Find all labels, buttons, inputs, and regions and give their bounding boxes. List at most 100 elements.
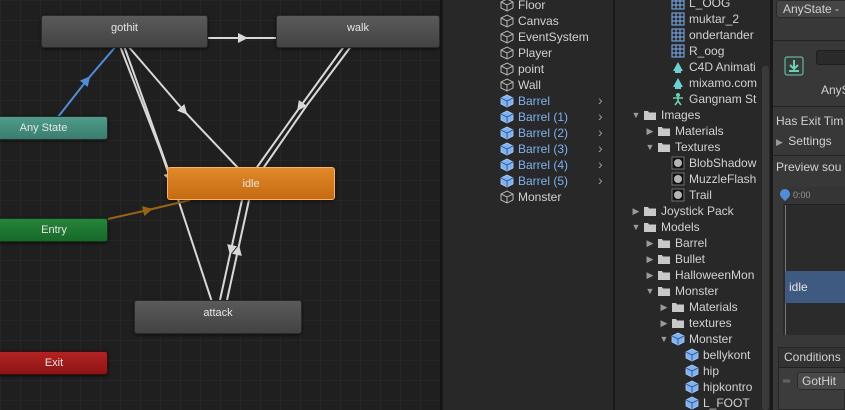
project-item-label: hipkontro: [703, 380, 753, 394]
hierarchy-item-label: EventSystem: [518, 30, 589, 44]
transition-anystate-gothit: [57, 44, 118, 118]
project-item[interactable]: ▶ Barrel: [645, 235, 707, 251]
project-item[interactable]: ondertander: [659, 27, 754, 43]
project-scrollbar[interactable]: [762, 66, 769, 410]
hierarchy-item[interactable]: Canvas: [443, 13, 613, 29]
project-item[interactable]: muktar_2: [659, 11, 739, 27]
transition-timeline[interactable]: 0:00 idle: [777, 186, 845, 335]
project-item-label: L_FOOT: [703, 396, 750, 410]
hierarchy-item-label: Monster: [518, 190, 562, 204]
hierarchy-item[interactable]: Floor: [443, 0, 613, 13]
state-exit[interactable]: Exit: [0, 351, 108, 375]
expand-down-icon[interactable]: ▼: [645, 142, 655, 152]
hierarchy-item[interactable]: Monster: [443, 189, 613, 205]
project-item[interactable]: Trail: [659, 187, 712, 203]
chevron-right-icon[interactable]: ›: [598, 156, 603, 172]
project-item[interactable]: ▶ Joystick Pack: [631, 203, 734, 219]
state-walk[interactable]: walk: [276, 15, 440, 48]
state-entry[interactable]: Entry: [0, 218, 108, 242]
project-item[interactable]: ▶ HalloweenMon: [645, 267, 755, 283]
texture-icon: [671, 156, 685, 170]
hierarchy-item-label: Barrel: [518, 94, 551, 108]
project-item[interactable]: MuzzleFlash: [659, 171, 756, 187]
expand-right-icon[interactable]: ▶: [645, 238, 655, 249]
chevron-right-icon[interactable]: ›: [598, 92, 603, 108]
prefab-icon: [685, 380, 699, 394]
project-item[interactable]: Gangnam St: [659, 91, 756, 107]
hierarchy-item[interactable]: Barrel ›: [443, 92, 613, 109]
project-item[interactable]: ▼ Models: [631, 219, 700, 235]
divider: [773, 106, 845, 107]
expand-right-icon[interactable]: ▶: [659, 318, 669, 329]
hierarchy-item[interactable]: Barrel (3) ›: [443, 140, 613, 157]
state-download-icon: [783, 55, 805, 77]
project-item[interactable]: ▶ Materials: [659, 299, 738, 315]
project-item[interactable]: ▼ Textures: [645, 139, 721, 155]
project-item[interactable]: C4D Animati: [659, 59, 756, 75]
timeline-clip-bar[interactable]: idle: [785, 271, 845, 303]
gameobject-cube-icon: [500, 0, 514, 12]
project-item[interactable]: R_oog: [659, 43, 724, 59]
hierarchy-item[interactable]: Barrel (1) ›: [443, 108, 613, 125]
project-item[interactable]: ▼ Monster: [659, 331, 733, 347]
gameobject-cube-icon: [500, 14, 514, 28]
expand-down-icon[interactable]: ▼: [631, 110, 641, 120]
project-item[interactable]: ▶ textures: [659, 315, 732, 331]
grid-icon: [671, 28, 685, 42]
condition-parameter-dropdown[interactable]: GotHit: [797, 372, 845, 390]
chevron-right-icon[interactable]: ›: [598, 108, 603, 124]
folder-icon: [672, 319, 684, 328]
folder-icon: [658, 271, 670, 280]
expand-down-icon[interactable]: ▼: [659, 334, 669, 344]
project-item-label: HalloweenMon: [675, 268, 755, 282]
project-item[interactable]: hipkontro: [673, 379, 752, 395]
state-any-state[interactable]: Any State: [0, 116, 108, 140]
has-exit-time-label: Has Exit Tim: [776, 114, 844, 128]
timeline-playhead: [785, 205, 786, 335]
timeline-marker-icon[interactable]: [777, 186, 793, 202]
hierarchy-item[interactable]: Barrel (5) ›: [443, 172, 613, 189]
chevron-right-icon[interactable]: ›: [598, 172, 603, 188]
project-item[interactable]: BlobShadow: [659, 155, 756, 171]
project-item[interactable]: ▶ Materials: [645, 123, 724, 139]
inspector-field[interactable]: [816, 50, 845, 65]
transition-idle-walk: [261, 44, 353, 171]
animation-icon: [673, 62, 683, 73]
project-item[interactable]: L_OOG: [659, 0, 730, 11]
expand-right-icon[interactable]: ▶: [645, 270, 655, 281]
hierarchy-item[interactable]: Barrel (4) ›: [443, 156, 613, 173]
state-exit-label: Exit: [44, 357, 64, 369]
state-gothit[interactable]: gothit: [41, 15, 208, 48]
divider: [773, 40, 845, 41]
expand-right-icon[interactable]: ▶: [645, 126, 655, 137]
folder-icon: [658, 239, 670, 248]
expand-right-icon[interactable]: ▶: [645, 254, 655, 265]
state-idle[interactable]: idle: [167, 167, 335, 200]
hierarchy-item[interactable]: Barrel (2) ›: [443, 124, 613, 141]
hierarchy-item[interactable]: point: [443, 61, 613, 77]
project-item-label: Barrel: [675, 236, 708, 250]
project-item-label: textures: [689, 316, 732, 330]
expand-down-icon[interactable]: ▼: [631, 222, 641, 232]
hierarchy-item[interactable]: Player: [443, 45, 613, 61]
drag-handle-icon[interactable]: ═: [783, 376, 790, 387]
project-item[interactable]: mixamo.com: [659, 75, 757, 91]
project-item[interactable]: L_FOOT: [673, 395, 750, 410]
chevron-right-icon[interactable]: ›: [598, 140, 603, 156]
project-item[interactable]: bellykont: [673, 347, 750, 363]
expand-right-icon[interactable]: ▶: [631, 206, 641, 217]
project-item-label: Models: [661, 220, 700, 234]
animator-graph[interactable]: gothit walk idle attack Any State Entry …: [0, 0, 440, 410]
grid-icon: [671, 0, 685, 10]
project-item[interactable]: hip: [673, 363, 719, 379]
expand-down-icon[interactable]: ▼: [645, 286, 655, 296]
project-item[interactable]: ▶ Bullet: [645, 251, 706, 267]
project-item[interactable]: ▼ Monster: [645, 283, 719, 299]
hierarchy-item[interactable]: Wall: [443, 77, 613, 93]
state-attack[interactable]: attack: [134, 300, 302, 334]
hierarchy-item[interactable]: EventSystem: [443, 29, 613, 45]
chevron-right-icon[interactable]: ›: [598, 124, 603, 140]
settings-foldout[interactable]: ▶ Settings: [776, 134, 832, 148]
project-item[interactable]: ▼ Images: [631, 107, 701, 123]
expand-right-icon[interactable]: ▶: [659, 302, 669, 313]
